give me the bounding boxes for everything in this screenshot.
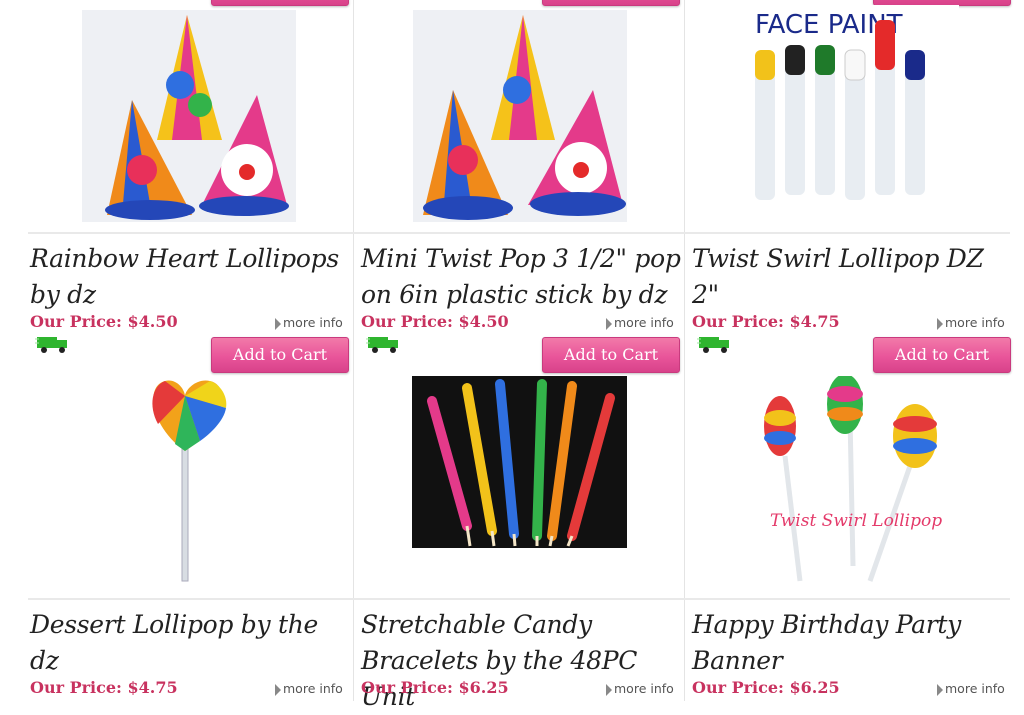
triangle-right-icon xyxy=(275,317,281,330)
delivery-truck-icon xyxy=(35,337,67,353)
more-info-link[interactable]: more info xyxy=(937,681,1005,696)
more-info-link[interactable]: more info xyxy=(606,315,674,330)
product-price: Our Price: $6.25 xyxy=(361,678,509,697)
mini-twist-pops-image[interactable] xyxy=(412,376,627,548)
product-title[interactable]: Stretchable Candy Bracelets by the 48PC … xyxy=(361,607,681,715)
product-price: Our Price: $4.50 xyxy=(361,312,509,331)
heart-lollipop-image[interactable] xyxy=(140,376,236,586)
party-hats-image[interactable] xyxy=(82,10,296,222)
triangle-right-icon xyxy=(606,317,612,330)
product-title[interactable]: Twist Swirl Lollipop DZ 2" xyxy=(692,241,1012,313)
add-to-cart-button[interactable]: Add to Cart xyxy=(542,337,680,373)
product-title[interactable]: Happy Birthday Party Banner xyxy=(692,607,1012,679)
twist-swirl-label: Twist Swirl Lollipop xyxy=(770,511,942,531)
more-info-link[interactable]: more info xyxy=(937,315,1005,330)
row-divider xyxy=(28,598,1010,600)
product-title[interactable]: Mini Twist Pop 3 1/2" pop on 6in plastic… xyxy=(361,241,681,313)
row-divider xyxy=(28,232,1010,234)
party-hats-image[interactable] xyxy=(413,10,627,222)
triangle-right-icon xyxy=(606,683,612,696)
column-divider xyxy=(353,0,354,701)
product-price: Our Price: $4.75 xyxy=(692,312,840,331)
triangle-right-icon xyxy=(275,683,281,696)
triangle-right-icon xyxy=(937,317,943,330)
twist-swirl-image[interactable]: Twist Swirl Lollipop xyxy=(755,376,945,586)
add-to-cart-button[interactable]: Add to Cart xyxy=(873,337,1011,373)
product-price: Our Price: $4.75 xyxy=(30,678,178,697)
triangle-right-icon xyxy=(937,683,943,696)
product-grid: FACE PAINT Rainbow Heart Lollipops by dz… xyxy=(0,0,1024,711)
more-info-link[interactable]: more info xyxy=(275,681,343,696)
product-price: Our Price: $6.25 xyxy=(692,678,840,697)
add-to-cart-button[interactable] xyxy=(542,0,680,6)
more-info-link[interactable]: more info xyxy=(275,315,343,330)
more-info-link[interactable]: more info xyxy=(606,681,674,696)
delivery-truck-icon xyxy=(366,337,398,353)
add-to-cart-button[interactable]: Add to Cart xyxy=(211,337,349,373)
product-title[interactable]: Dessert Lollipop by the dz xyxy=(30,607,350,679)
product-price: Our Price: $4.50 xyxy=(30,312,178,331)
add-to-cart-button[interactable] xyxy=(211,0,349,6)
face-paint-image[interactable]: FACE PAINT xyxy=(745,5,959,215)
delivery-truck-icon xyxy=(697,337,729,353)
product-title[interactable]: Rainbow Heart Lollipops by dz xyxy=(30,241,350,313)
column-divider xyxy=(684,0,685,701)
